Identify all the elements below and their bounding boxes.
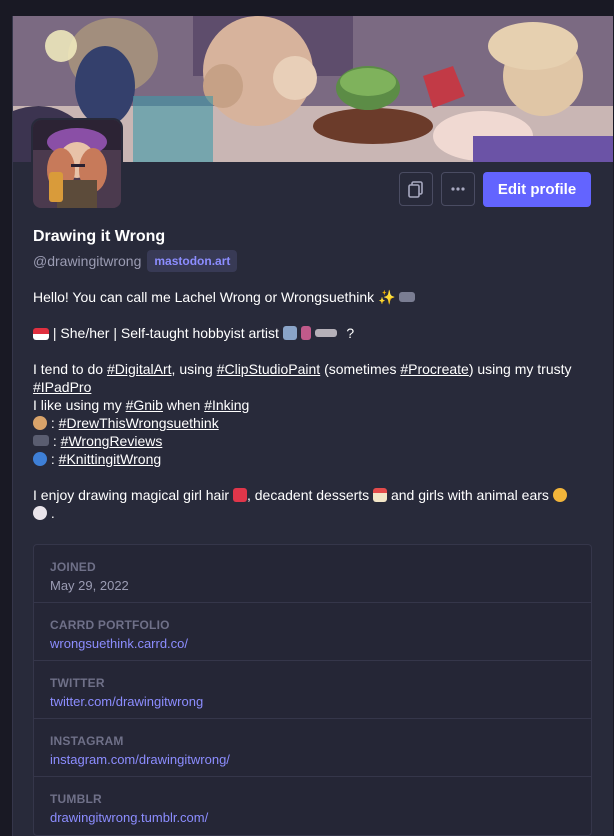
bio-text: and girls with animal ears [387,487,549,503]
profile-bio: Hello! You can call me Lachel Wrong or W… [33,288,599,540]
bio-text: : [49,433,61,449]
field-tumblr: TUMBLR drawingitwrong.tumblr.com/ [34,777,591,835]
field-label: TUMBLR [50,792,102,806]
bio-text: , decadent desserts [246,487,370,503]
hashtag-link[interactable]: #KnittingitWrong [59,451,161,467]
flag-icon [33,328,49,340]
hashtag-link[interactable]: #Gnib [126,397,163,413]
more-options-button[interactable] [441,172,475,206]
bio-text: | She/her | Self-taught hobbyist artist [52,325,279,341]
bio-text: : [47,451,59,467]
bio-text: ? [346,325,355,341]
field-label: TWITTER [50,676,105,690]
field-label: CARRD PORTFOLIO [50,618,170,632]
field-twitter: TWITTER twitter.com/drawingitwrong [34,661,591,719]
account-handle[interactable]: @drawingitwrong [33,253,141,269]
picture-emoji-icon [282,326,297,340]
ellipsis-icon [451,187,465,191]
display-name: Drawing it Wrong [33,228,166,245]
field-label: INSTAGRAM [50,734,124,748]
ribbon-icon [232,488,247,502]
handle-row: @drawingitwrong mastodon.art [33,250,238,272]
hashtag-link[interactable]: #WrongReviews [61,433,163,449]
bio-text: when [162,397,205,413]
person-emoji-icon [314,329,337,337]
yarn-icon [33,452,47,466]
sparkles-icon: ✨ [378,289,396,305]
shortcake-icon [373,488,388,502]
field-link[interactable]: twitter.com/drawingitwrong [50,694,575,709]
hashtag-link[interactable]: #ClipStudioPaint [217,361,321,377]
field-joined: JOINED May 29, 2022 [34,545,591,603]
bio-text: (sometimes [320,361,401,377]
field-link[interactable]: instagram.com/drawingitwrong/ [50,752,575,767]
bio-text: . [50,505,55,521]
field-instagram: INSTAGRAM instagram.com/drawingitwrong/ [34,719,591,777]
bio-text: : [47,415,59,431]
cat-face-icon [552,488,567,502]
bio-text: I tend to do [33,361,107,377]
bio-text: I like using my [33,397,126,413]
hashtag-link[interactable]: #Inking [204,397,249,413]
bio-text: , using [171,361,217,377]
avatar[interactable] [31,118,123,210]
field-value: May 29, 2022 [50,578,129,593]
hashtag-link[interactable]: #IPadPro [33,379,91,395]
field-carrd: CARRD PORTFOLIO wrongsuethink.carrd.co/ [34,603,591,661]
hashtag-link[interactable]: #DrewThisWrongsuethink [59,415,219,431]
top-bar [0,0,614,16]
rabbit-face-icon [33,506,47,520]
profile-panel: Edit profile Drawing it Wrong @drawingit… [12,16,613,836]
copy-link-button[interactable] [399,172,433,206]
field-link[interactable]: drawingitwrong.tumblr.com/ [50,810,575,825]
bio-paragraph: I enjoy drawing magical girl hair , deca… [33,486,599,522]
palette-icon [33,416,47,430]
bio-paragraph: | She/her | Self-taught hobbyist artist … [33,324,599,342]
field-label: JOINED [50,560,96,574]
bio-text: I enjoy drawing magical girl hair [33,487,230,503]
video-cassette-icon [33,435,49,446]
field-link[interactable]: wrongsuethink.carrd.co/ [50,636,575,651]
edit-profile-button[interactable]: Edit profile [483,172,591,207]
bio-text: Hello! You can call me Lachel Wrong or W… [33,289,375,305]
domain-badge[interactable]: mastodon.art [147,250,238,272]
bio-paragraph: Hello! You can call me Lachel Wrong or W… [33,288,599,306]
hashtag-link[interactable]: #Procreate [400,361,468,377]
bio-paragraph: I tend to do #DigitalArt, using #ClipStu… [33,360,599,468]
bat-emoji-icon [399,292,416,302]
paintbrush-icon [300,326,311,340]
copy-icon [408,181,423,198]
profile-actions: Edit profile [399,172,591,207]
profile-fields: JOINED May 29, 2022 CARRD PORTFOLIO wron… [33,544,592,836]
hashtag-link[interactable]: #DigitalArt [107,361,172,377]
bio-text: ) using my trusty [468,361,572,377]
